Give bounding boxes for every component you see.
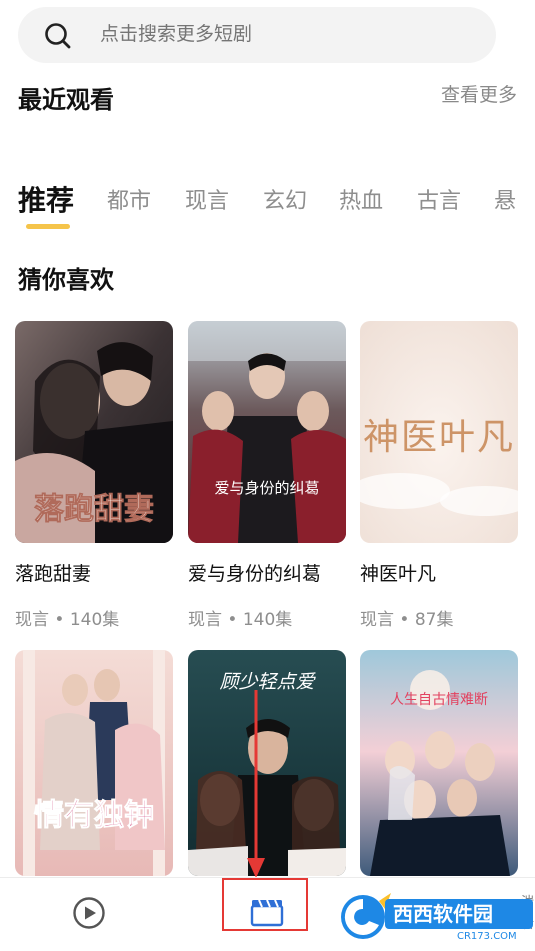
drama-title: 神医叶凡: [360, 563, 437, 585]
drama-meta: 现言 • 140集: [15, 610, 120, 630]
tab-fantasy[interactable]: 玄幻: [263, 183, 307, 215]
drama-poster[interactable]: 神医叶凡: [360, 321, 518, 543]
tab-urban[interactable]: 都市: [107, 183, 151, 215]
drama-poster[interactable]: 落跑甜妻: [15, 321, 173, 543]
category-tabs: 推荐 都市 现言 玄幻 热血 古言 悬: [18, 183, 535, 233]
search-bar[interactable]: [18, 7, 496, 63]
poster-title-text: 爱与身份的纠葛: [214, 479, 319, 497]
tab-ancient-romance[interactable]: 古言: [417, 183, 461, 215]
tab-recommend[interactable]: 推荐: [18, 183, 74, 219]
clapperboard-icon[interactable]: [250, 897, 284, 927]
drama-title: 落跑甜妻: [15, 563, 92, 585]
poster-title-text: 神医叶凡: [363, 417, 515, 458]
watermark-text: 西西软件园: [393, 902, 493, 926]
drama-meta: 现言 • 87集: [360, 610, 454, 630]
watermark-logo: 西西软件园 CR173.COM: [341, 893, 533, 942]
section-title: 猜你喜欢: [18, 266, 114, 294]
play-circle-icon[interactable]: [72, 896, 106, 930]
annotation-arrow: [247, 690, 265, 878]
tab-suspense[interactable]: 悬: [494, 183, 516, 215]
drama-poster[interactable]: 人生自古情难断: [360, 650, 518, 876]
watermark-url: CR173.COM: [457, 931, 517, 942]
search-input[interactable]: [100, 7, 480, 63]
view-more-link[interactable]: 查看更多: [441, 80, 517, 107]
drama-poster[interactable]: 爱与身份的纠葛: [188, 321, 346, 543]
tab-modern-romance[interactable]: 现言: [185, 183, 229, 215]
poster-title-text: 落跑甜妻: [34, 492, 154, 527]
recent-title: 最近观看: [18, 86, 114, 114]
tab-underline: [26, 224, 70, 229]
drama-meta: 现言 • 140集: [188, 610, 293, 630]
poster-title-text: 人生自古情难断: [390, 692, 488, 708]
drama-poster[interactable]: 情有独钟: [15, 650, 173, 876]
poster-title-text: 情有独钟: [34, 798, 154, 833]
tab-action[interactable]: 热血: [339, 183, 383, 215]
search-icon: [45, 23, 71, 49]
drama-title: 爱与身份的纠葛: [188, 563, 322, 585]
